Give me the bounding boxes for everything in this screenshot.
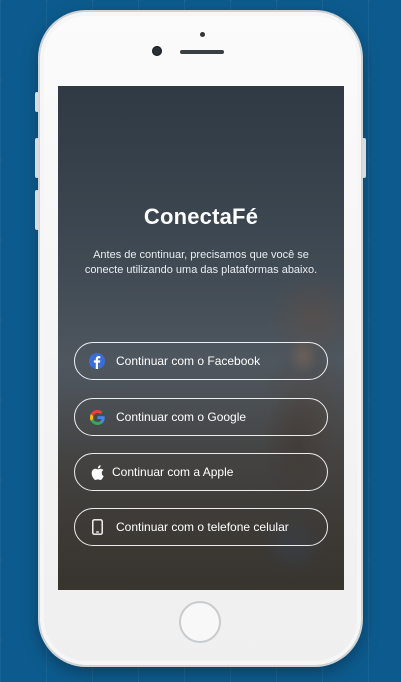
home-button[interactable] (179, 601, 221, 643)
facebook-login-label: Continuar com o Facebook (116, 354, 261, 368)
google-icon (89, 409, 105, 425)
google-login-label: Continuar com o Google (116, 410, 247, 424)
earpiece-speaker (180, 50, 224, 54)
google-login-button[interactable]: Continuar com o Google (74, 398, 328, 436)
apple-login-button[interactable]: Continuar com a Apple (74, 453, 328, 491)
front-camera (152, 46, 162, 56)
facebook-login-button[interactable]: Continuar com o Facebook (74, 342, 328, 380)
intro-text: Antes de continuar, precisamos que você … (84, 249, 318, 276)
app-screen: ConectaFé Antes de continuar, precisamos… (58, 86, 344, 590)
phone-frame: ConectaFé Antes de continuar, precisamos… (35, 12, 366, 665)
volume-up-button (35, 138, 39, 178)
phone-icon (89, 519, 105, 535)
power-button (362, 138, 366, 178)
proximity-sensor (200, 32, 205, 37)
phone-login-label: Continuar com o telefone celular (116, 520, 289, 534)
silent-switch (35, 92, 39, 112)
apple-icon (89, 464, 105, 480)
facebook-icon (89, 353, 105, 369)
volume-down-button (35, 190, 39, 230)
phone-login-button[interactable]: Continuar com o telefone celular (74, 508, 328, 546)
apple-login-label: Continuar com a Apple (112, 465, 234, 479)
app-title: ConectaFé (143, 204, 259, 229)
